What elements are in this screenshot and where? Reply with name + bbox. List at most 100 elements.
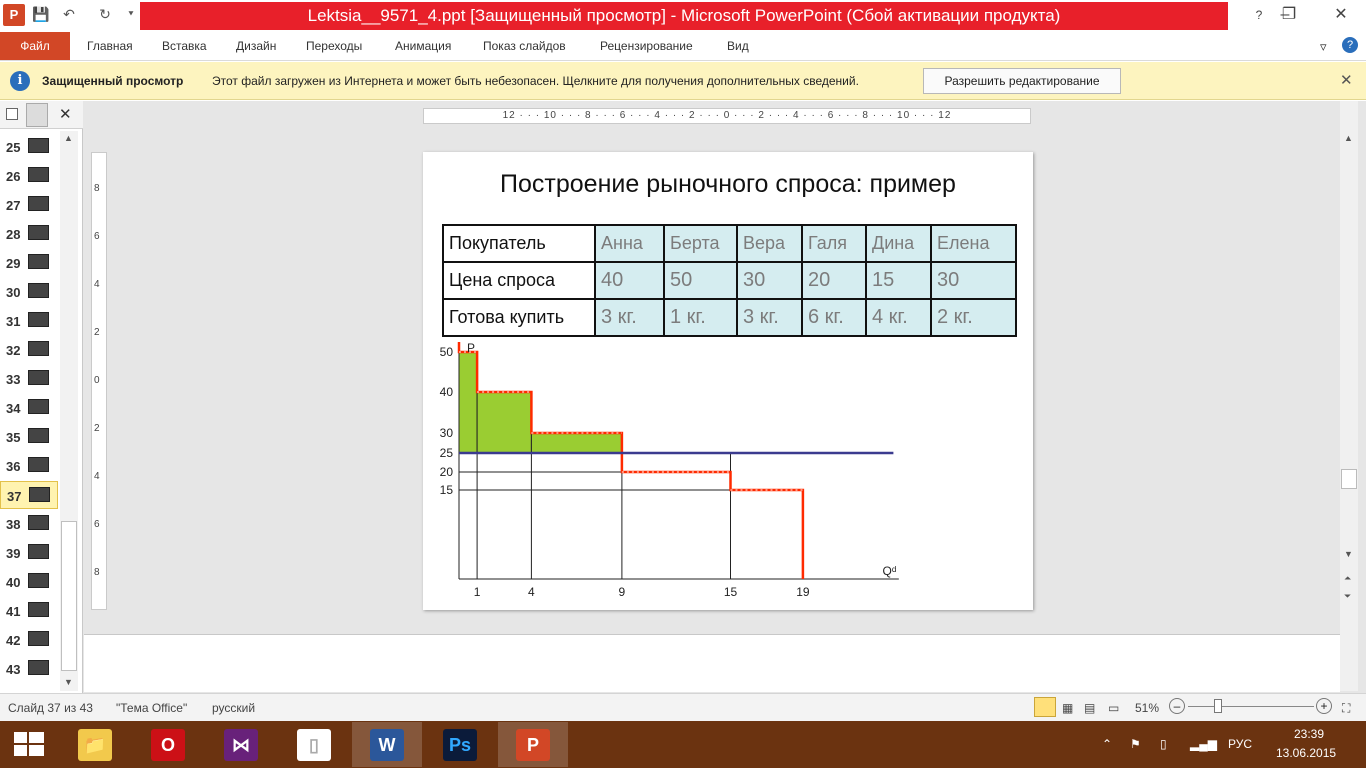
- slide-thumbnail-item[interactable]: 31: [0, 307, 58, 335]
- zoom-out-button[interactable]: –: [1169, 698, 1185, 714]
- tab-insert[interactable]: Вставка: [162, 39, 207, 53]
- theme-name[interactable]: "Тема Office": [116, 701, 187, 715]
- slide-thumbnail[interactable]: [29, 487, 50, 502]
- powerpoint-app-icon[interactable]: P: [3, 4, 25, 26]
- fit-to-window-icon[interactable]: ⛶: [1342, 701, 1350, 716]
- zoom-in-button[interactable]: +: [1316, 698, 1332, 714]
- slide-thumbnail-item[interactable]: 26: [0, 162, 58, 190]
- slide-thumbnail[interactable]: [28, 631, 49, 646]
- language-tray[interactable]: РУС: [1228, 737, 1252, 751]
- slide-thumbnail[interactable]: [28, 399, 49, 414]
- slide-thumbnail-item[interactable]: 33: [0, 365, 58, 393]
- slides-tab-icon[interactable]: [6, 108, 18, 120]
- slide-canvas[interactable]: Построение рыночного спроса: пример Поку…: [423, 152, 1033, 610]
- slide-thumbnail-item[interactable]: 41: [0, 597, 58, 625]
- slide-thumbnail[interactable]: [28, 167, 49, 182]
- enable-editing-button[interactable]: Разрешить редактирование: [923, 68, 1121, 94]
- slide-thumbnail-item[interactable]: 32: [0, 336, 58, 364]
- slide-thumbnail[interactable]: [28, 225, 49, 240]
- protected-view-message[interactable]: Этот файл загружен из Интернета и может …: [212, 74, 859, 88]
- taskbar-app[interactable]: W: [352, 722, 422, 767]
- close-bar-icon[interactable]: ✕: [1340, 71, 1353, 89]
- slide-thumbnail-item[interactable]: 38: [0, 510, 58, 538]
- tab-animations[interactable]: Анимация: [395, 39, 451, 53]
- slide-thumbnail-item[interactable]: 36: [0, 452, 58, 480]
- taskbar-app[interactable]: O: [133, 722, 203, 767]
- powerpoint-icon[interactable]: P: [516, 728, 550, 761]
- demand-chart[interactable]: 50 40 30 25 20 15 1 4 9 15 19 P Qᵈ: [423, 342, 923, 602]
- help-icon[interactable]: ?: [1342, 37, 1358, 53]
- slide-thumbnail[interactable]: [28, 283, 49, 298]
- slide-thumbnail[interactable]: [28, 544, 49, 559]
- customize-toolbar-icon[interactable]: ⯆: [122, 5, 140, 23]
- close-window-button[interactable]: ✕: [1318, 0, 1364, 30]
- scroll-down-icon[interactable]: ▼: [64, 677, 73, 687]
- reading-view-icon[interactable]: ▤: [1084, 701, 1095, 715]
- photoshop-icon[interactable]: Ps: [443, 728, 477, 761]
- opera-icon[interactable]: O: [151, 728, 185, 761]
- slide-thumbnail-item[interactable]: 28: [0, 220, 58, 248]
- slide-thumbnail-item[interactable]: 30: [0, 278, 58, 306]
- slide-sorter-icon[interactable]: ▦: [1062, 701, 1073, 715]
- redo-icon[interactable]: ↻: [96, 5, 114, 23]
- scroll-up-icon[interactable]: ▲: [64, 133, 73, 143]
- battery-icon[interactable]: ▯: [1160, 737, 1167, 751]
- outline-tab-icon[interactable]: [26, 103, 48, 127]
- file-tab[interactable]: Файл: [0, 32, 70, 60]
- clock-date[interactable]: 13.06.2015: [1276, 746, 1336, 760]
- undo-icon[interactable]: ↶: [60, 5, 78, 23]
- slide-thumbnail[interactable]: [28, 254, 49, 269]
- slide-thumbnail[interactable]: [28, 138, 49, 153]
- normal-view-icon[interactable]: [1034, 697, 1056, 717]
- slide-thumbnail-item[interactable]: 42: [0, 626, 58, 654]
- collapse-ribbon-icon[interactable]: ▿: [1320, 39, 1327, 55]
- slide-title[interactable]: Построение рыночного спроса: пример: [423, 170, 1033, 199]
- slide-thumbnail-item[interactable]: 29: [0, 249, 58, 277]
- slide-thumbnail[interactable]: [28, 370, 49, 385]
- slide-thumbnail[interactable]: [28, 457, 49, 472]
- slide-thumbnail[interactable]: [28, 515, 49, 530]
- start-windows-icon[interactable]: [14, 732, 44, 758]
- slide-thumbnail[interactable]: [28, 602, 49, 617]
- slideshow-view-icon[interactable]: ▭: [1108, 701, 1119, 715]
- slide-thumbnail[interactable]: [28, 312, 49, 327]
- next-slide-icon[interactable]: ⏷: [1344, 591, 1351, 602]
- demand-table[interactable]: Покупатель Анна Берта Вера Галя Дина Еле…: [442, 224, 1017, 337]
- slide-thumbnail[interactable]: [28, 428, 49, 443]
- taskbar-app[interactable]: ⋈: [206, 722, 276, 767]
- tab-design[interactable]: Дизайн: [236, 39, 276, 53]
- language-indicator[interactable]: русский: [212, 701, 255, 715]
- slide-thumbnail-item[interactable]: 40: [0, 568, 58, 596]
- slides-scrollbar[interactable]: ▲ ▼: [60, 131, 78, 691]
- slide-thumbnail-item[interactable]: 39: [0, 539, 58, 567]
- vertical-ruler[interactable]: 8 6 4 2 0 2 4 6 8: [91, 152, 107, 610]
- clock-time[interactable]: 23:39: [1294, 727, 1324, 741]
- slide-thumbnail-item[interactable]: 35: [0, 423, 58, 451]
- visual-studio-icon[interactable]: ⋈: [224, 728, 258, 761]
- slide-thumbnail[interactable]: [28, 660, 49, 675]
- workspace-scrollbar[interactable]: ▲ ▼ ⏶ ⏷: [1340, 101, 1358, 691]
- zoom-slider[interactable]: [1188, 706, 1314, 707]
- slides-scrollbar-thumb[interactable]: [61, 521, 77, 671]
- close-panel-icon[interactable]: ✕: [59, 105, 72, 123]
- slide-thumbnail[interactable]: [28, 573, 49, 588]
- tab-transitions[interactable]: Переходы: [306, 39, 362, 53]
- slide-thumbnail-item[interactable]: 37: [0, 481, 58, 509]
- slide-thumbnail-item[interactable]: 25: [0, 133, 58, 161]
- taskbar-app[interactable]: Ps: [425, 722, 495, 767]
- scroll-up-icon[interactable]: ▲: [1344, 133, 1353, 143]
- taskbar-app[interactable]: ▯: [279, 722, 349, 767]
- tab-home[interactable]: Главная: [87, 39, 133, 53]
- previous-slide-icon[interactable]: ⏶: [1344, 573, 1351, 584]
- tab-view[interactable]: Вид: [727, 39, 749, 53]
- zoom-level[interactable]: 51%: [1135, 701, 1159, 715]
- save-icon[interactable]: 💾: [32, 5, 50, 23]
- slide-thumbnail[interactable]: [28, 196, 49, 211]
- horizontal-ruler[interactable]: 12 · · · 10 · · · 8 · · · 6 · · · 4 · · …: [423, 108, 1031, 124]
- slide-thumbnail[interactable]: [28, 341, 49, 356]
- action-center-icon[interactable]: ⚑: [1130, 737, 1141, 751]
- zoom-slider-handle[interactable]: [1214, 699, 1222, 713]
- show-hidden-icons[interactable]: ⌃: [1102, 737, 1112, 751]
- workspace-scrollbar-thumb[interactable]: [1341, 469, 1357, 489]
- tab-slideshow[interactable]: Показ слайдов: [483, 39, 566, 53]
